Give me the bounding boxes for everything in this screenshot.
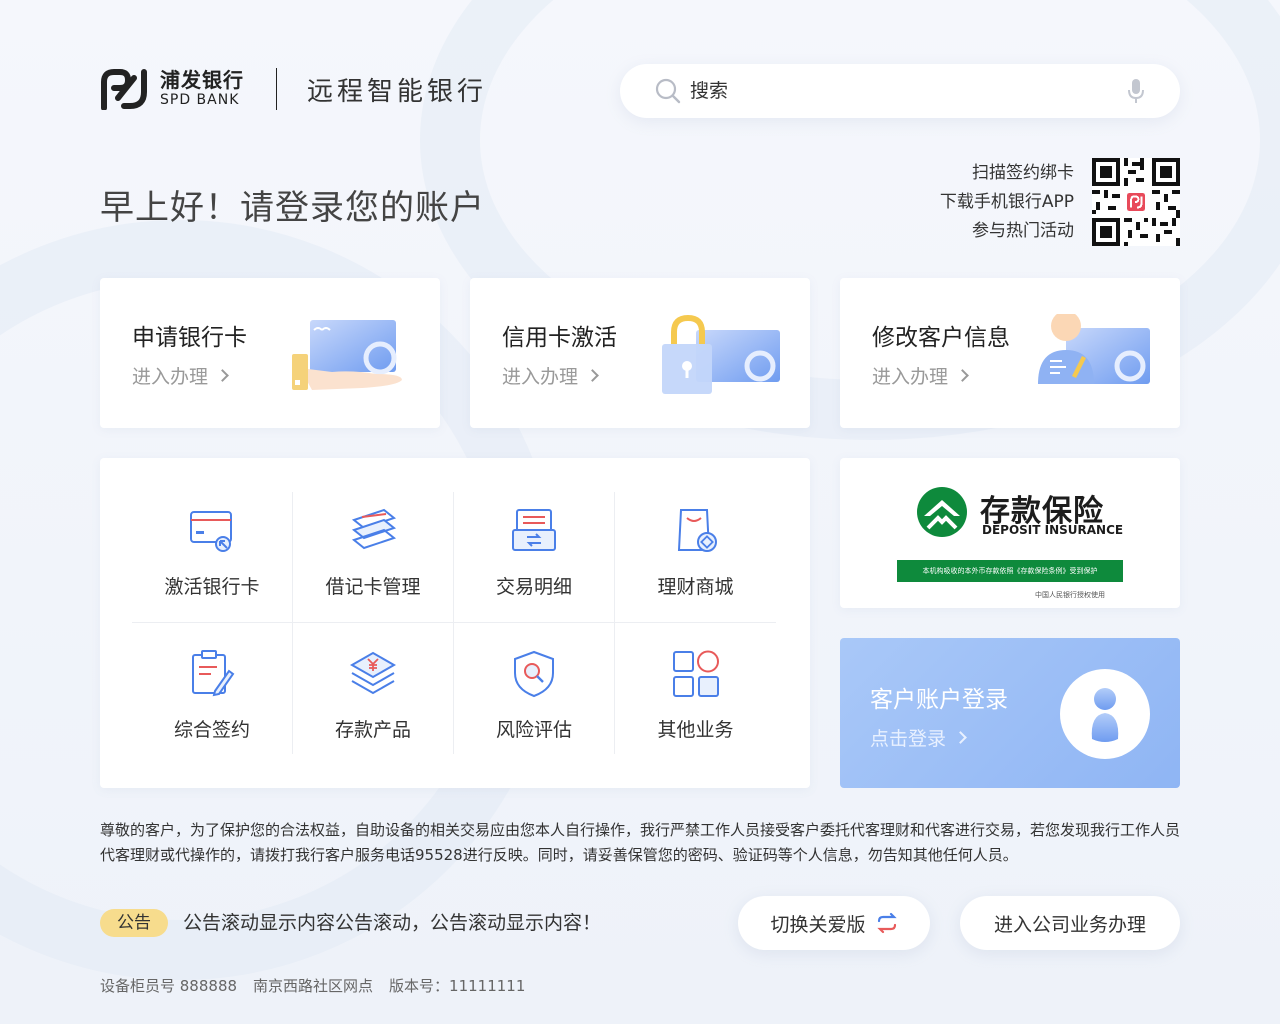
function-grid: 激活银行卡 借记卡管理 交易明细 理财商城 综合签约 存款产品 风险评估 其他业… xyxy=(132,492,776,754)
announcement-text: 公告滚动显示内容公告滚动，公告滚动显示内容！ xyxy=(183,912,602,934)
chevron-right-icon xyxy=(216,369,229,382)
avatar xyxy=(1060,669,1150,759)
edit-info-tile[interactable]: 修改客户信息 进入办理 xyxy=(840,278,1180,428)
wealth-bag-icon xyxy=(677,509,717,552)
microphone-icon[interactable] xyxy=(1126,77,1146,105)
qr-code-icon xyxy=(1092,158,1180,246)
tile-link[interactable]: 进入办理 xyxy=(872,362,969,389)
corporate-business-label: 进入公司业务办理 xyxy=(993,913,1146,936)
grid-item-risk-assessment[interactable]: 风险评估 xyxy=(454,623,615,754)
qr-line: 下载手机银行APP xyxy=(939,191,1074,212)
qr-promo: 扫描签约绑卡 下载手机银行APP 参与热门活动 xyxy=(940,158,1180,246)
card-in-hand-icon xyxy=(292,320,402,390)
grid-item-label: 激活银行卡 xyxy=(164,576,260,598)
grid-item-deposit-products[interactable]: 存款产品 xyxy=(293,623,454,754)
deposit-insurance-badge: 存款保险 DEPOSIT INSURANCE 本机构吸收的本外币存款依照《存款保… xyxy=(840,458,1180,608)
grid-item-debit-manage[interactable]: 借记卡管理 xyxy=(293,492,454,623)
user-icon xyxy=(1091,688,1119,742)
version-number: 版本号：11111111 xyxy=(389,977,526,995)
chevron-right-icon xyxy=(954,731,967,744)
page: 浦发银行 SPD BANK 远程智能银行 早上好！请登录您的账户 扫描签约绑卡 … xyxy=(0,0,1280,1024)
grid-item-label: 理财商城 xyxy=(657,576,734,598)
qr-line: 参与热门活动 xyxy=(972,220,1074,241)
search-input[interactable] xyxy=(690,80,1126,102)
corporate-business-button[interactable]: 进入公司业务办理 xyxy=(960,896,1180,950)
tile-link[interactable]: 进入办理 xyxy=(132,362,229,389)
transaction-icon xyxy=(512,509,556,551)
security-notice: 尊敬的客户，为了保护您的合法权益，自助设备的相关交易应由您本人自行操作，我行严禁… xyxy=(100,821,1181,864)
contract-sign-icon xyxy=(192,650,235,697)
tile-title: 修改客户信息 xyxy=(872,325,1010,351)
tile-link[interactable]: 进入办理 xyxy=(502,362,599,389)
apply-card-tile[interactable]: 申请银行卡 进入办理 xyxy=(100,278,440,428)
function-grid-panel: 激活银行卡 借记卡管理 交易明细 理财商城 综合签约 存款产品 风险评估 其他业… xyxy=(100,458,810,788)
chevron-right-icon xyxy=(586,369,599,382)
search-bar[interactable] xyxy=(620,64,1180,118)
grid-item-label: 综合签约 xyxy=(173,719,250,741)
login-title: 客户账户登录 xyxy=(870,687,1008,713)
login-link-label: 点击登录 xyxy=(870,728,947,750)
lock-card-icon xyxy=(662,314,780,394)
logo-english-name: SPD BANK xyxy=(160,92,240,109)
grid-item-label: 风险评估 xyxy=(495,719,572,741)
app-title: 远程智能银行 xyxy=(307,76,488,107)
logo-divider xyxy=(276,68,277,110)
credit-activate-tile[interactable]: 信用卡激活 进入办理 xyxy=(470,278,810,428)
care-mode-button[interactable]: 切换关爱版 xyxy=(738,896,930,950)
customer-info-icon xyxy=(1038,314,1150,384)
other-grid-icon xyxy=(672,650,719,697)
tile-title: 信用卡激活 xyxy=(502,325,617,351)
grid-item-wealth-mall[interactable]: 理财商城 xyxy=(615,492,776,623)
branch-name: 南京西路社区网点 xyxy=(253,977,374,995)
login-link[interactable]: 点击登录 xyxy=(870,724,967,751)
tile-link-label: 进入办理 xyxy=(502,366,579,388)
logo-chinese-name: 浦发银行 xyxy=(160,68,244,93)
account-login-tile[interactable]: 客户账户登录 点击登录 xyxy=(840,638,1180,788)
bank-logo: 浦发银行 SPD BANK 远程智能银行 xyxy=(100,68,487,110)
grid-item-contract[interactable]: 综合签约 xyxy=(132,623,293,754)
tile-link-label: 进入办理 xyxy=(132,366,209,388)
grid-item-other-business[interactable]: 其他业务 xyxy=(615,623,776,754)
cards-stack-icon xyxy=(351,508,397,550)
grid-item-transactions[interactable]: 交易明细 xyxy=(454,492,615,623)
device-footer: 设备柜员号 888888 南京西路社区网点 版本号：11111111 xyxy=(100,975,541,996)
deposit-insurance-logo-icon xyxy=(917,487,967,537)
search-icon xyxy=(655,78,681,104)
care-mode-label: 切换关爱版 xyxy=(770,913,866,936)
grid-item-label: 借记卡管理 xyxy=(325,576,421,598)
announcement-badge: 公告 xyxy=(100,909,168,937)
tile-link-label: 进入办理 xyxy=(872,366,949,388)
grid-item-activate-card[interactable]: 激活银行卡 xyxy=(132,492,293,623)
deposit-authorization: 中国人民银行授权使用 xyxy=(1035,591,1105,599)
grid-item-label: 存款产品 xyxy=(334,719,411,741)
switch-arrows-icon xyxy=(876,912,897,934)
deposit-layers-icon xyxy=(349,651,397,695)
tile-title: 申请银行卡 xyxy=(132,325,247,351)
spd-logo-icon xyxy=(101,69,147,110)
chevron-right-icon xyxy=(956,369,969,382)
deposit-notice-bar: 本机构吸收的本外币存款依照《存款保险条例》受到保护 xyxy=(897,560,1123,582)
grid-item-label: 其他业务 xyxy=(657,719,734,741)
device-id: 设备柜员号 888888 xyxy=(100,977,238,995)
risk-shield-icon xyxy=(514,650,554,698)
deposit-title-en: DEPOSIT INSURANCE xyxy=(982,523,1124,537)
card-activate-icon xyxy=(190,511,232,552)
grid-item-label: 交易明细 xyxy=(495,576,572,598)
greeting-title: 早上好！请登录您的账户 xyxy=(100,188,485,228)
qr-line: 扫描签约绑卡 xyxy=(972,162,1074,183)
